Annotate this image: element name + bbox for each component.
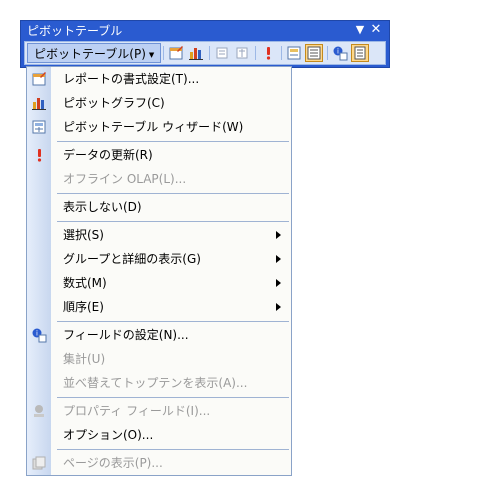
menu-separator	[57, 221, 289, 222]
pivottable-dropdown-menu: レポートの書式設定(T)... ピボットグラフ(C) ピボットテーブル ウィザー…	[26, 66, 292, 476]
menu-item-hide[interactable]: 表示しない(D)	[27, 195, 291, 219]
format-report-icon[interactable]	[167, 44, 185, 62]
menu-item-order[interactable]: 順序(E)	[27, 295, 291, 319]
submenu-arrow-icon	[276, 303, 281, 311]
menu-item-pivottable-wizard[interactable]: ピボットテーブル ウィザード(W)	[27, 115, 291, 139]
always-display-items-icon[interactable]	[305, 44, 323, 62]
toolbar-separator	[281, 46, 282, 60]
menu-separator	[57, 397, 289, 398]
menu-item-label: オプション(O)...	[63, 428, 154, 442]
include-hidden-items-icon[interactable]	[285, 44, 303, 62]
toolbar-options-icon[interactable]: ▼	[353, 23, 367, 37]
field-list-icon[interactable]	[351, 44, 369, 62]
menu-item-offline-olap: オフライン OLAP(L)...	[27, 167, 291, 191]
menu-item-label: オフライン OLAP(L)...	[63, 172, 187, 186]
format-report-icon	[31, 71, 47, 87]
toolbar-separator	[327, 46, 328, 60]
toolbar-separator	[209, 46, 210, 60]
pivot-chart-icon[interactable]	[187, 44, 205, 62]
close-icon[interactable]: ✕	[369, 23, 383, 37]
menu-item-label: ピボットテーブル ウィザード(W)	[63, 120, 244, 134]
menu-item-options[interactable]: オプション(O)...	[27, 423, 291, 447]
pivottable-menu-label: ピボットテーブル(P)	[34, 47, 146, 61]
toolbar-separator	[163, 46, 164, 60]
menu-item-select[interactable]: 選択(S)	[27, 223, 291, 247]
menu-item-sort-top10: 並べ替えてトップテンを表示(A)...	[27, 371, 291, 395]
wizard-icon	[31, 119, 47, 135]
menu-item-format-report[interactable]: レポートの書式設定(T)...	[27, 67, 291, 91]
submenu-arrow-icon	[276, 255, 281, 263]
menu-item-subtotals: 集計(U)	[27, 347, 291, 371]
refresh-data-icon[interactable]	[259, 44, 277, 62]
chevron-down-icon: ▼	[148, 50, 155, 59]
menu-item-pivot-chart[interactable]: ピボットグラフ(C)	[27, 91, 291, 115]
menu-item-label: グループと詳細の表示(G)	[63, 252, 201, 266]
menu-separator	[57, 193, 289, 194]
menu-item-label: プロパティ フィールド(I)...	[63, 404, 211, 418]
submenu-arrow-icon	[276, 231, 281, 239]
menu-item-label: フィールドの設定(N)...	[63, 328, 189, 342]
svg-text:i: i	[337, 48, 339, 56]
menu-item-field-settings[interactable]: i フィールドの設定(N)...	[27, 323, 291, 347]
menu-item-label: 数式(M)	[63, 276, 107, 290]
menu-item-label: データの更新(R)	[63, 148, 153, 162]
refresh-data-icon	[31, 147, 47, 163]
toolbar-separator	[255, 46, 256, 60]
pivottable-toolbar: ピボットテーブル ▼ ✕ ピボットテーブル(P) ▼ i	[20, 20, 390, 68]
show-detail-icon[interactable]	[233, 44, 251, 62]
menu-separator	[57, 449, 289, 450]
field-settings-icon[interactable]: i	[331, 44, 349, 62]
menu-item-label: ピボットグラフ(C)	[63, 96, 165, 110]
toolbar-title: ピボットテーブル	[27, 24, 123, 38]
menu-item-label: ページの表示(P)...	[63, 456, 163, 470]
show-pages-icon	[31, 455, 47, 471]
menu-item-label: 表示しない(D)	[63, 200, 142, 214]
pivot-chart-icon	[31, 95, 47, 111]
menu-item-formulas[interactable]: 数式(M)	[27, 271, 291, 295]
menu-item-refresh-data[interactable]: データの更新(R)	[27, 143, 291, 167]
menu-item-property-fields: プロパティ フィールド(I)...	[27, 399, 291, 423]
menu-item-label: 選択(S)	[63, 228, 104, 242]
menu-separator	[57, 321, 289, 322]
menu-separator	[57, 141, 289, 142]
field-settings-icon: i	[31, 327, 47, 343]
menu-item-label: 順序(E)	[63, 300, 104, 314]
menu-item-group-and-detail[interactable]: グループと詳細の表示(G)	[27, 247, 291, 271]
menu-item-label: 並べ替えてトップテンを表示(A)...	[63, 376, 248, 390]
hide-detail-icon[interactable]	[213, 44, 231, 62]
svg-text:i: i	[36, 330, 38, 338]
property-fields-icon	[31, 403, 47, 419]
menu-item-show-pages: ページの表示(P)...	[27, 451, 291, 475]
submenu-arrow-icon	[276, 279, 281, 287]
menu-item-label: 集計(U)	[63, 352, 106, 366]
menu-item-label: レポートの書式設定(T)...	[63, 72, 200, 86]
toolbar-buttons-row: ピボットテーブル(P) ▼ i	[24, 41, 386, 65]
pivottable-menu-button[interactable]: ピボットテーブル(P) ▼	[27, 43, 162, 63]
